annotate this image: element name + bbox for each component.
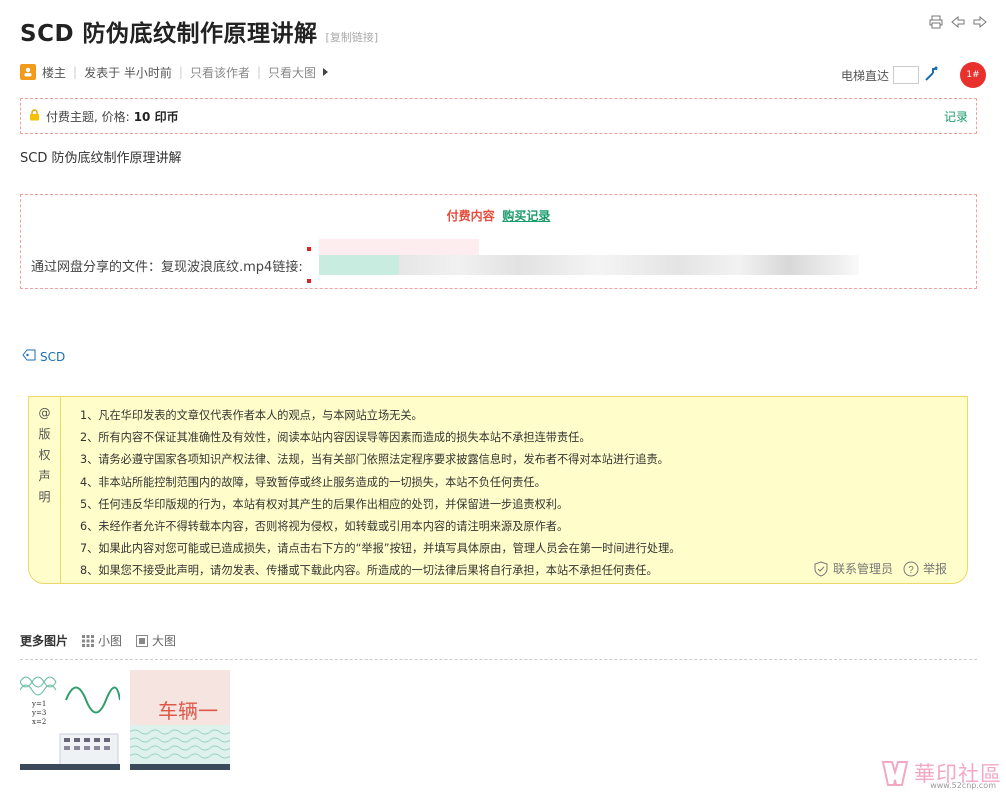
- paid-topic-price: 10 印币: [133, 109, 179, 124]
- side-char: 权: [38, 448, 51, 462]
- meta-divider: |: [256, 65, 261, 79]
- contact-admin-label: 联系管理员: [832, 562, 893, 576]
- tag-link[interactable]: SCD: [40, 350, 65, 364]
- only-big-images-link[interactable]: 只看大图: [268, 64, 316, 81]
- contact-admin-button[interactable]: 联系管理员: [813, 560, 893, 577]
- copyright-item: 7、如果此内容对您可能或已造成损失，请点击右下方的“举报”按钮，并填写具体原由，…: [80, 542, 681, 556]
- floor-jump: 电梯直达 1#: [841, 62, 986, 88]
- site-logo-icon: [881, 761, 909, 786]
- purchase-record-link[interactable]: 记录: [944, 108, 968, 125]
- post-meta-row: 楼主 | 发表于 半小时前 | 只看该作者 | 只看大图 电梯直达 1#: [20, 62, 986, 88]
- image-thumbnail[interactable]: 车辆一: [130, 670, 230, 770]
- buy-record-link[interactable]: 购买记录: [502, 209, 550, 223]
- meta-divider: |: [178, 65, 183, 79]
- thumb-title-text: 车辆一: [158, 699, 218, 723]
- shield-icon: [814, 560, 828, 577]
- thumb-label: y=3: [31, 709, 46, 717]
- meta-divider: |: [73, 65, 78, 79]
- author-role[interactable]: 楼主: [42, 64, 66, 81]
- question-icon: ?: [903, 561, 919, 576]
- copyright-side-label: @ 版 权 声 明: [29, 397, 61, 583]
- floor-number-badge[interactable]: 1#: [960, 62, 986, 88]
- paid-content-header: 付费内容 购买记录: [21, 207, 976, 224]
- more-images-title: 更多图片: [20, 634, 69, 648]
- paid-content-box: 付费内容 购买记录 通过网盘分享的文件：复现波浪底纹.mp4链接:: [20, 194, 977, 289]
- report-label: 举报: [922, 562, 947, 576]
- copyright-item: 2、所有内容不保证其准确性及有效性，阅读本站内容因误导等因素而造成的损失本站不承…: [80, 431, 591, 445]
- jump-icon[interactable]: [924, 66, 940, 85]
- paid-content-label: 付费内容: [446, 209, 495, 223]
- copyright-item: 6、未经作者允许不得转载本内容，否则将视为侵权，如转载或引用本内容的请注明来源及…: [80, 520, 569, 534]
- watermark-url: www.52cnp.com: [930, 781, 996, 790]
- floor-jump-input[interactable]: [893, 66, 919, 84]
- redacted-link: [306, 239, 859, 283]
- post-time: 发表于 半小时前: [84, 65, 172, 80]
- share-text: 通过网盘分享的文件：复现波浪底纹.mp4链接:: [31, 259, 303, 275]
- small-image-view-button[interactable]: 小图: [82, 632, 122, 649]
- side-char: 版: [38, 427, 51, 441]
- redaction-highlight: [318, 239, 479, 255]
- copyright-list: 1、凡在华印发表的文章仅代表作者本人的观点，与本网站立场无关。 2、所有内容不保…: [80, 405, 957, 583]
- image-thumbnail[interactable]: y=1 y=3 x=2: [20, 670, 120, 770]
- copyright-item: 1、凡在华印发表的文章仅代表作者本人的观点，与本网站立场无关。: [80, 409, 423, 422]
- post-body-text: SCD 防伪底纹制作原理讲解: [20, 151, 182, 166]
- paid-topic-label: 付费主题, 价格:: [46, 109, 130, 124]
- paid-topic-bar: 付费主题, 价格: 10 印币 记录: [20, 98, 977, 134]
- copyright-item: 4、非本站所能控制范围内的故障，导致暂停或终止服务造成的一切损失，本站不负任何责…: [80, 475, 546, 489]
- report-button[interactable]: ? 举报: [903, 560, 947, 577]
- redaction-marker: [306, 247, 311, 251]
- thumb-label: y=1: [31, 700, 46, 708]
- previous-thread-icon[interactable]: [950, 14, 966, 30]
- side-char: 明: [38, 490, 51, 504]
- lock-icon: [29, 108, 40, 124]
- grid-icon: [82, 634, 95, 647]
- svg-text:?: ?: [908, 565, 914, 576]
- copyright-item: 5、任何违反华印版规的行为，本站有权对其产生的后果作出相应的处罚，并保留进一步追…: [80, 497, 569, 511]
- more-images-header: 更多图片 小图 大图: [20, 632, 977, 660]
- author-avatar-icon[interactable]: [20, 64, 36, 80]
- copyright-item: 3、请务必遵守国家各项知识产权法律、法规，当有关部门依照法定程序要求披露信息时，…: [80, 453, 669, 467]
- play-arrow-icon[interactable]: [323, 68, 329, 76]
- share-line: 通过网盘分享的文件：复现波浪底纹.mp4链接:: [31, 239, 859, 283]
- small-image-label: 小图: [98, 634, 123, 648]
- thumb-label: x=2: [32, 718, 46, 726]
- side-char: @: [38, 406, 51, 420]
- copyright-actions: 联系管理员 ? 举报: [813, 560, 947, 577]
- title-row: SCD 防伪底纹制作原理讲解 [复制链接]: [20, 14, 378, 48]
- floor-jump-label: 电梯直达: [840, 68, 889, 83]
- image-icon: [136, 634, 149, 647]
- tag-row: SCD: [22, 349, 65, 364]
- next-thread-icon[interactable]: [972, 14, 988, 30]
- tag-icon: [22, 349, 36, 364]
- print-icon[interactable]: [928, 14, 944, 30]
- large-image-view-button[interactable]: 大图: [136, 632, 176, 649]
- blurred-link-text: [318, 255, 859, 275]
- post-title: SCD 防伪底纹制作原理讲解: [20, 21, 318, 47]
- large-image-label: 大图: [152, 634, 177, 648]
- site-watermark: 華印社區 www.52cnp.com: [880, 758, 1002, 790]
- redaction-marker: [306, 279, 311, 283]
- copy-link[interactable]: [复制链接]: [326, 29, 379, 45]
- only-author-link[interactable]: 只看该作者: [190, 64, 250, 81]
- copyright-notice: @ 版 权 声 明 1、凡在华印发表的文章仅代表作者本人的观点，与本网站立场无关…: [28, 396, 968, 584]
- top-toolbar: [928, 14, 988, 30]
- side-char: 声: [38, 469, 51, 483]
